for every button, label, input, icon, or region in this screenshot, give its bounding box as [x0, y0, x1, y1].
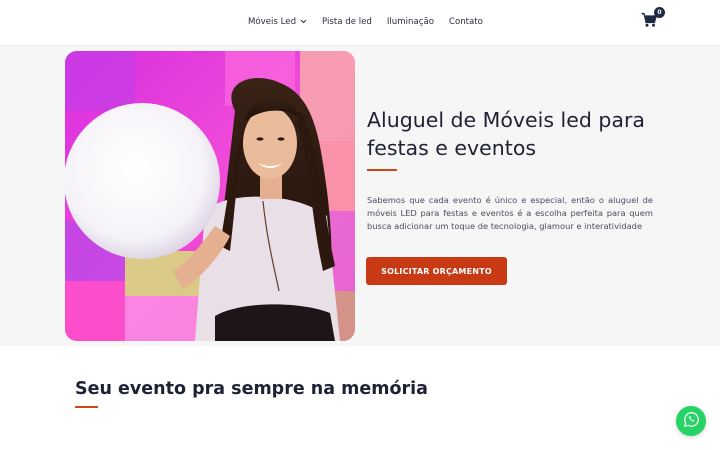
- cart-count-badge: 0: [654, 7, 665, 18]
- title-divider: [367, 169, 397, 171]
- nav-item-label: Pista de led: [322, 17, 372, 27]
- cart-button[interactable]: 0: [641, 7, 665, 32]
- nav-item-label: Iluminação: [386, 17, 434, 27]
- nav-item-moveis-led[interactable]: Móveis Led: [248, 17, 307, 27]
- nav-item-pista-de-led[interactable]: Pista de led: [322, 17, 372, 27]
- section-divider: [75, 406, 98, 408]
- hero-image: [65, 51, 355, 341]
- nav-item-contato[interactable]: Contato: [449, 17, 483, 27]
- section-title: Seu evento pra sempre na memória: [75, 379, 428, 399]
- nav-item-iluminacao[interactable]: Iluminação: [387, 17, 434, 27]
- hero-description: Sabemos que cada evento é único e especi…: [367, 195, 653, 232]
- whatsapp-icon: [683, 411, 700, 432]
- hero-section: Aluguel de Móveis led para festas e even…: [0, 46, 720, 346]
- hero-title: Aluguel de Móveis led para festas e even…: [367, 108, 645, 160]
- request-quote-button[interactable]: SOLICITAR ORÇAMENTO: [366, 257, 507, 285]
- nav-item-label: Contato: [448, 17, 483, 27]
- main-nav: Móveis Led Pista de led Iluminação Conta…: [248, 17, 498, 27]
- chevron-down-icon: [300, 18, 307, 26]
- site-header: Móveis Led Pista de led Iluminação Conta…: [0, 0, 720, 46]
- whatsapp-button[interactable]: [676, 406, 706, 436]
- nav-item-label: Móveis Led: [248, 17, 297, 27]
